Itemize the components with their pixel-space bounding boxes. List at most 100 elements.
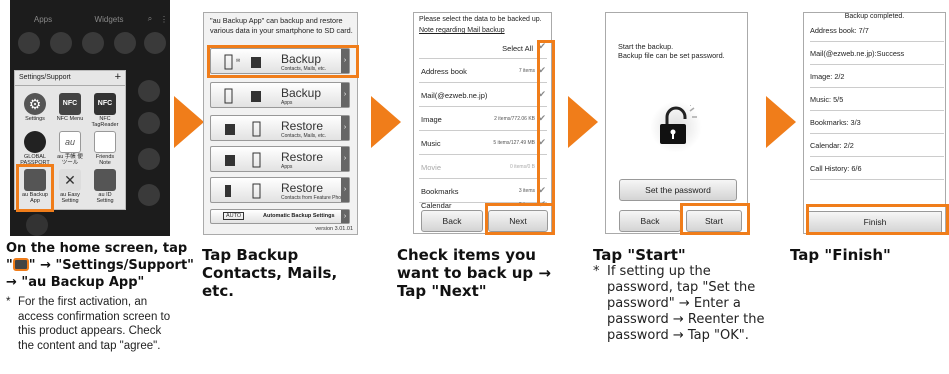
app-label: au 手帳 便ツール xyxy=(57,154,83,166)
result-row: Music: 5/5 xyxy=(810,88,944,111)
divider xyxy=(15,85,125,86)
list-item[interactable]: Bookmarks 3 items ✔ xyxy=(419,181,547,203)
app-friends-note[interactable]: Friends Note xyxy=(90,131,120,166)
home-screen: Apps Widgets ⌕ ⋮ Settings/Support + ⚙ Se… xyxy=(10,0,170,236)
arrow-icon xyxy=(371,96,401,148)
chevron-right-icon: › xyxy=(341,210,349,223)
app-au-tools[interactable]: au au 手帳 便ツール xyxy=(55,131,85,166)
note-icon xyxy=(94,131,116,153)
caption-text: " → "Settings/Support" xyxy=(28,258,194,273)
highlight-checkboxes xyxy=(537,40,555,206)
app-label: Friends Note xyxy=(95,154,115,166)
chevron-right-icon: › xyxy=(341,178,349,202)
chevron-right-icon: › xyxy=(341,83,349,107)
button-subtitle: Contacts from Feature Phone xyxy=(281,195,347,201)
app-nfc-tagreader[interactable]: NFC NFC TagReader xyxy=(90,93,120,128)
step3-caption: Check items you want to back up → Tap "N… xyxy=(397,246,551,300)
sd-to-phone-icon xyxy=(225,121,261,137)
button-subtitle: Apps xyxy=(281,100,293,106)
arrow-icon xyxy=(766,96,796,148)
dim-app-icon xyxy=(144,32,166,54)
app-au-id-setting[interactable]: au ID Setting xyxy=(90,169,120,204)
back-button[interactable]: Back xyxy=(421,210,483,232)
unlock-icon xyxy=(660,105,697,144)
nfc-icon: NFC xyxy=(59,93,81,115)
list-item[interactable]: Mail(@ezweb.ne.jp) ✔ xyxy=(419,85,547,107)
backup-completed-screen: Backup completed. Address book: 7/7 Mail… xyxy=(803,12,946,234)
item-count: 2 items/772.06 KB xyxy=(494,116,535,122)
step5-caption: Tap "Finish" xyxy=(790,246,891,264)
dim-app-icon xyxy=(138,112,160,134)
item-count: 0 items/0 B xyxy=(509,164,535,170)
note-asterisk: * xyxy=(6,296,11,308)
set-password-button[interactable]: Set the password xyxy=(619,179,737,201)
item-name: Movie xyxy=(421,163,442,172)
tab-apps[interactable]: Apps xyxy=(10,15,76,24)
arrow-icon xyxy=(568,96,598,148)
highlight-backup-app xyxy=(16,164,54,212)
app-drawer-icon xyxy=(12,258,29,271)
step1-caption: On the home screen, tap " " → "Settings/S… xyxy=(6,240,194,291)
back-button[interactable]: Back xyxy=(619,210,681,232)
select-all-label: Select All xyxy=(502,44,533,53)
highlight-finish-button xyxy=(806,204,949,235)
button-title: Restore xyxy=(281,150,324,164)
auto-badge: AUTO xyxy=(223,212,245,220)
button-subtitle: Apps xyxy=(281,164,293,170)
app-settings[interactable]: ⚙ Settings xyxy=(20,93,50,122)
tab-widgets[interactable]: Widgets xyxy=(76,15,142,24)
restore-contacts-button[interactable]: Restore Contacts, Mails, etc. › xyxy=(210,115,350,141)
folder-title: Settings/Support xyxy=(19,74,71,81)
button-title: Restore xyxy=(281,119,324,133)
auto-backup-label: Automatic Backup Settings xyxy=(263,213,335,219)
caption-line: On the home screen, tap xyxy=(6,241,188,256)
list-item-disabled: Movie 0 items/0 B xyxy=(419,157,547,179)
result-row: Call History: 6/6 xyxy=(810,157,944,180)
item-name: Music xyxy=(421,139,441,148)
highlight-start-button xyxy=(680,203,750,235)
search-icon[interactable]: ⌕ xyxy=(142,14,158,24)
add-icon[interactable]: + xyxy=(115,71,121,83)
list-item[interactable]: Image 2 items/772.06 KB ✔ xyxy=(419,109,547,131)
restore-apps-button[interactable]: Restore Apps › xyxy=(210,146,350,172)
result-row: Mail(@ezweb.ne.jp):Success xyxy=(810,42,944,65)
app-au-easy-setting[interactable]: ✕ au Easy Setting xyxy=(55,169,85,204)
globe-icon xyxy=(24,131,46,153)
dim-app-icon xyxy=(138,148,160,170)
mail-note-link[interactable]: Note regarding Mail backup xyxy=(419,27,505,34)
dim-app-icon xyxy=(138,80,160,102)
step1-note: * For the first activation, an access co… xyxy=(6,295,176,353)
result-row: Image: 2/2 xyxy=(810,65,944,88)
caption-line: " " → "Settings/Support" xyxy=(6,257,194,274)
button-title: Backup xyxy=(281,86,322,100)
backup-apps-button[interactable]: Backup Apps › xyxy=(210,82,350,108)
auto-backup-settings-button[interactable]: AUTO Automatic Backup Settings › xyxy=(210,209,350,224)
chevron-right-icon: › xyxy=(341,147,349,171)
menu-icon[interactable]: ⋮ xyxy=(158,15,170,24)
app-label: au Easy Setting xyxy=(60,192,80,204)
au-tools-icon: au xyxy=(59,131,81,153)
app-nfc-menu[interactable]: NFC NFC Menu xyxy=(55,93,85,122)
list-item[interactable]: Music 5 items/127.49 MB ✔ xyxy=(419,133,547,155)
app-global-passport[interactable]: GLOBAL PASSPORT xyxy=(20,131,50,166)
step4-caption: Tap "Start" xyxy=(593,246,686,264)
item-count: 7 items xyxy=(518,68,535,74)
result-row: Calendar: 2/2 xyxy=(810,134,944,157)
item-name: Address book xyxy=(421,67,467,76)
button-title: Restore xyxy=(281,181,324,195)
select-all-row[interactable]: Select All ✔ xyxy=(419,37,547,59)
list-item[interactable]: Address book 7 items ✔ xyxy=(419,61,547,83)
app-label: Settings xyxy=(25,116,45,122)
dim-app-icon xyxy=(26,214,48,236)
item-name: Image xyxy=(421,115,442,124)
step4-note: * If setting up the password, tap "Set t… xyxy=(593,264,768,344)
restore-feature-phone-button[interactable]: Restore Contacts from Feature Phone › xyxy=(210,177,350,203)
button-subtitle: Contacts, Mails, etc. xyxy=(281,133,327,139)
note-asterisk: * xyxy=(593,264,600,279)
select-header: Please select the data to be backed up. xyxy=(419,16,542,23)
item-name: Mail(@ezweb.ne.jp) xyxy=(421,91,488,100)
result-row: Bookmarks: 3/3 xyxy=(810,111,944,134)
dim-app-icon xyxy=(114,32,136,54)
dim-app-icon xyxy=(138,184,160,206)
highlight-next-button xyxy=(485,203,555,235)
